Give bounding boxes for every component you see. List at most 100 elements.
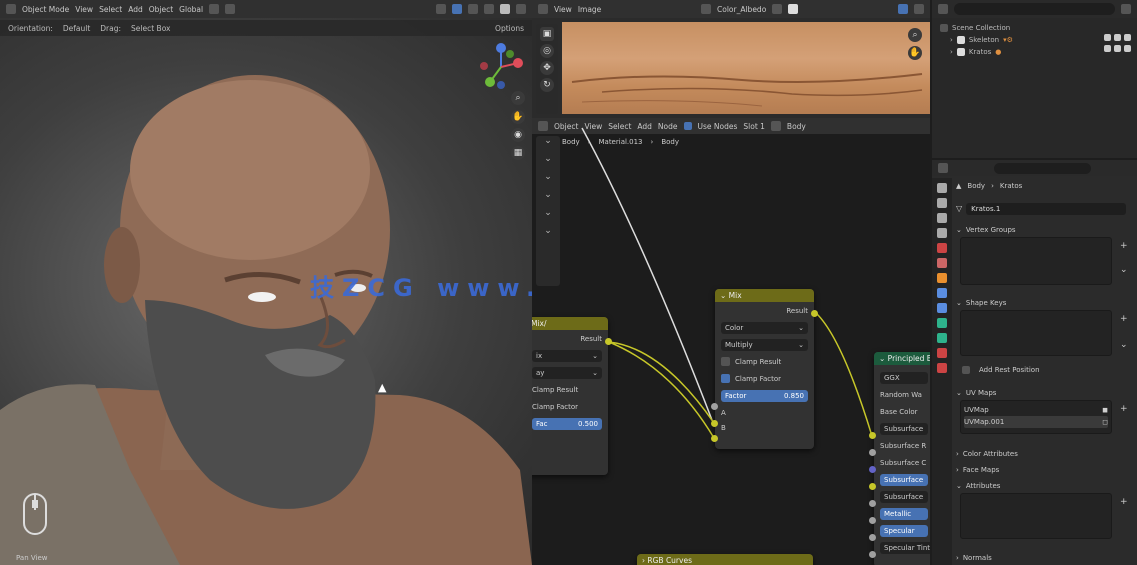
blend-mode-dropdown[interactable]: Multiply ⌄ [721, 338, 808, 351]
properties-type-icon[interactable] [938, 163, 948, 173]
texture-zoom-icon[interactable]: ⌕ [908, 28, 922, 42]
proportional-edit-icon[interactable] [225, 4, 236, 14]
outliner-search-input[interactable] [954, 3, 1115, 15]
image-name-field[interactable]: Color_Albedo [717, 5, 766, 14]
gizmo-toggle-icon[interactable] [452, 4, 462, 14]
color-attributes-panel[interactable]: › Color Attributes [956, 447, 1134, 461]
rotate-tool-icon[interactable]: ↻ [540, 78, 554, 92]
distribution-row[interactable]: GGX [874, 369, 930, 386]
node-mix[interactable]: ⌄ Mix Result Color ⌄ Multiply ⌄ Clamp Resu… [715, 289, 814, 449]
mode-dropdown[interactable]: Object Mode [22, 5, 69, 14]
orientation-dropdown[interactable]: Default [63, 24, 90, 33]
node-dropdown-row[interactable]: ix ⌄ [532, 347, 608, 364]
clamp-factor-row[interactable]: Clamp Factor [715, 370, 814, 387]
properties-search-input[interactable] [994, 162, 1091, 174]
grid-view-icon[interactable]: ▦ [511, 146, 525, 160]
input-field[interactable]: Specular Tint [880, 541, 930, 554]
base-color-socket[interactable] [869, 432, 876, 439]
snap-icon[interactable] [209, 4, 220, 14]
panel-header[interactable]: ⌄ Shape Keys [956, 296, 1134, 310]
camera-render-icon[interactable]: ◼ [1102, 406, 1108, 414]
drag-dropdown[interactable]: Select Box [131, 24, 170, 33]
node-dropdown-row[interactable]: Multiply ⌄ [715, 336, 814, 353]
3d-viewport[interactable]: Object Mode View Select Add Object Globa… [0, 0, 532, 565]
add-icon[interactable]: + [1120, 497, 1128, 507]
panel-header[interactable]: ⌄ Attributes [956, 479, 1134, 493]
transform-orientation-dropdown[interactable]: Global [179, 5, 203, 14]
tab-view-layer-icon[interactable] [937, 228, 947, 238]
tab-physics-icon[interactable] [937, 318, 947, 328]
input-row[interactable]: Subsurface [874, 420, 930, 437]
tab-texture-icon[interactable] [937, 363, 947, 373]
node-fac-slider[interactable]: Fac 0.500 [532, 417, 602, 430]
distribution-dropdown[interactable]: GGX [880, 371, 928, 384]
node-mix-left[interactable]: Mix/ Result ix ⌄ ay ⌄ Clamp Result Clamp F… [532, 317, 608, 475]
input-row[interactable]: Subsurface [874, 471, 930, 488]
node-title[interactable]: ⌄ Mix [715, 289, 814, 302]
input-row[interactable]: Subsurface [874, 488, 930, 505]
node-option-row[interactable]: Clamp Factor [532, 398, 608, 415]
expand-arrow-icon[interactable]: › [950, 48, 953, 56]
attributes-list[interactable] [960, 493, 1112, 539]
camera-render-icon[interactable] [1124, 34, 1131, 41]
mix-b-socket[interactable] [711, 435, 718, 442]
node-principled-bsdf[interactable]: ⌄ Principled B GGX Random Wa Base Color … [874, 352, 930, 565]
shape-keys-list[interactable] [960, 310, 1112, 356]
tab-object-icon[interactable] [937, 273, 947, 283]
eye-icon[interactable] [1114, 45, 1121, 52]
outliner-type-icon[interactable] [938, 4, 948, 14]
mix-factor-socket[interactable] [711, 403, 718, 410]
camera-render-icon[interactable]: ◻ [1102, 418, 1108, 426]
chevron-down-icon[interactable]: ⌄ [1120, 265, 1128, 275]
camera-render-icon[interactable] [1124, 45, 1131, 52]
filter-icon[interactable] [1121, 4, 1131, 14]
panel-header[interactable]: › Normals [956, 551, 1134, 565]
texture-preview[interactable]: ⌕ ✋ [562, 22, 930, 114]
input-row[interactable]: Metallic [874, 505, 930, 522]
subsurface-method-row[interactable]: Random Wa [874, 386, 930, 403]
bsdf-socket[interactable] [869, 517, 876, 524]
bsdf-socket[interactable] [869, 466, 876, 473]
mix-a-socket[interactable] [711, 420, 718, 427]
shading-rendered-icon[interactable] [516, 4, 526, 14]
add-icon[interactable]: + [1120, 241, 1128, 251]
tab-scene-icon[interactable] [937, 243, 947, 253]
zoom-icon[interactable]: ⌕ [511, 91, 525, 105]
pan-hand-icon[interactable]: ✋ [511, 110, 525, 124]
tab-material-icon[interactable] [937, 348, 947, 358]
shading-solid-icon[interactable] [484, 4, 494, 14]
input-slider[interactable]: Metallic [880, 507, 928, 520]
image-menu-image[interactable]: Image [578, 5, 602, 14]
image-menu-view[interactable]: View [554, 5, 572, 14]
input-field[interactable]: Subsurface [880, 422, 928, 435]
add-icon[interactable]: + [1120, 404, 1128, 414]
tab-render-icon[interactable] [937, 198, 947, 208]
menu-object[interactable]: Object [149, 5, 173, 14]
image-editor-type-icon[interactable] [538, 4, 548, 14]
select-tool-icon[interactable]: ▣ [540, 27, 554, 41]
uv-map-item-active[interactable]: UVMap.001 ◻ [964, 416, 1108, 428]
editor-type-icon[interactable] [6, 4, 16, 14]
node-fac-row[interactable]: Factor 0.850 [715, 387, 814, 404]
menu-add[interactable]: Add [128, 5, 143, 14]
panel-header[interactable]: ⌄ Vertex Groups [956, 223, 1134, 237]
input-row[interactable]: Specular [874, 522, 930, 539]
outliner-item-kratos[interactable]: › Kratos ● [940, 46, 1013, 58]
node-dropdown[interactable]: ix ⌄ [532, 349, 602, 362]
node-dropdown-row[interactable]: ay ⌄ [532, 364, 608, 381]
node-title[interactable]: ⌄ Principled B [874, 352, 930, 365]
tab-output-icon[interactable] [937, 213, 947, 223]
node-dropdown-row[interactable]: Color ⌄ [715, 319, 814, 336]
vertex-groups-list[interactable] [960, 237, 1112, 285]
mix-output-socket[interactable] [811, 310, 818, 317]
tab-world-icon[interactable] [937, 258, 947, 268]
move-tool-icon[interactable]: ✥ [540, 61, 554, 75]
bsdf-socket[interactable] [869, 483, 876, 490]
clamp-result-row[interactable]: Clamp Result [715, 353, 814, 370]
expand-arrow-icon[interactable]: › [950, 36, 953, 44]
data-type-dropdown[interactable]: Color ⌄ [721, 321, 808, 334]
menu-select[interactable]: Select [99, 5, 122, 14]
image-new-icon[interactable] [772, 4, 783, 14]
exclude-checkbox-icon[interactable] [1104, 45, 1111, 52]
add-icon[interactable]: + [1120, 314, 1128, 324]
